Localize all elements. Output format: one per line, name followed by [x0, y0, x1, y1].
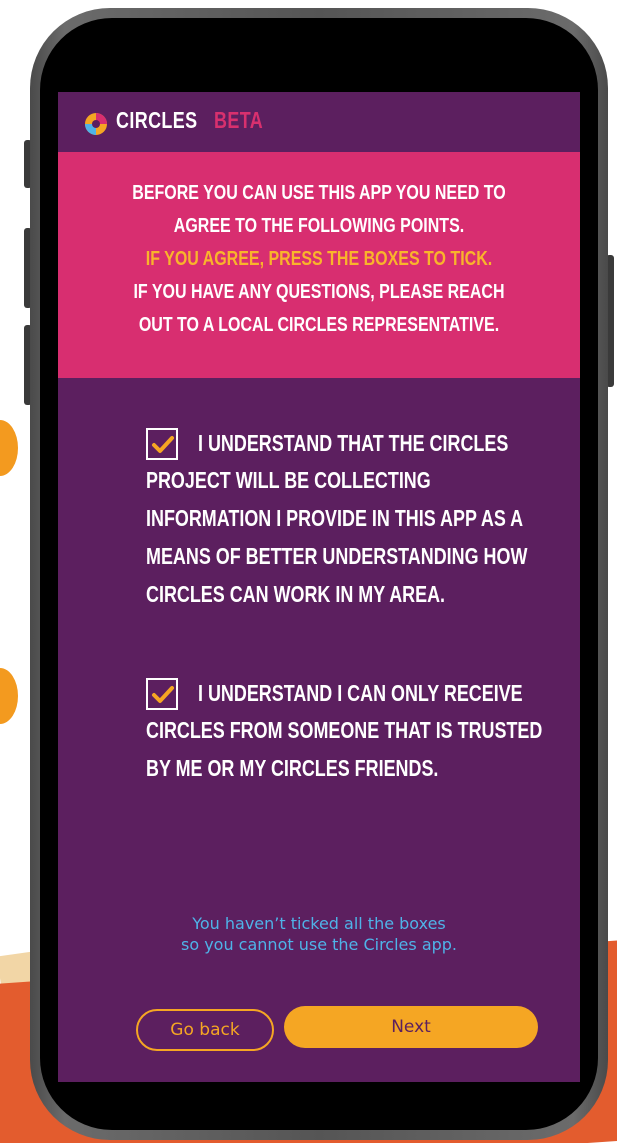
- next-button[interactable]: Next: [284, 1006, 538, 1048]
- stage: CIRCLES BETA BEFORE YOU CAN USE THIS APP…: [0, 0, 617, 1143]
- beta-tag: BETA: [214, 107, 264, 133]
- consent-text: PROJECT WILL BE COLLECTING: [146, 467, 431, 493]
- phone-bezel: CIRCLES BETA BEFORE YOU CAN USE THIS APP…: [40, 18, 598, 1130]
- circles-logo-icon: [85, 113, 107, 135]
- phone-frame: CIRCLES BETA BEFORE YOU CAN USE THIS APP…: [30, 8, 608, 1140]
- consent-text: BY ME OR MY CIRCLES FRIENDS.: [146, 755, 439, 781]
- intro-text: BEFORE YOU CAN USE THIS APP YOU NEED TO: [132, 182, 506, 204]
- warning-message: You haven’t ticked all the boxes: [192, 914, 446, 933]
- intro-instruction: IF YOU AGREE, PRESS THE BOXES TO TICK.: [145, 248, 493, 270]
- consent-text: INFORMATION I PROVIDE IN THIS APP AS A: [146, 505, 524, 531]
- consent-text: MEANS OF BETTER UNDERSTANDING HOW: [146, 543, 528, 569]
- app-screen: CIRCLES BETA BEFORE YOU CAN USE THIS APP…: [58, 92, 580, 1082]
- checkmark-icon: [152, 436, 174, 453]
- warning-message: so you cannot use the Circles app.: [180, 935, 458, 954]
- intro-banner: BEFORE YOU CAN USE THIS APP YOU NEED TO …: [58, 152, 580, 378]
- consent-checkbox[interactable]: [146, 428, 178, 460]
- app-header: CIRCLES BETA: [58, 92, 580, 152]
- app-name: CIRCLES: [116, 107, 198, 133]
- consent-text: I UNDERSTAND I CAN ONLY RECEIVE: [198, 680, 523, 706]
- intro-text: OUT TO A LOCAL CIRCLES REPRESENTATIVE.: [138, 314, 500, 336]
- background-decoration: [0, 668, 18, 724]
- consent-text: CIRCLES CAN WORK IN MY AREA.: [146, 581, 446, 607]
- consent-checkbox[interactable]: [146, 678, 178, 710]
- intro-text: IF YOU HAVE ANY QUESTIONS, PLEASE REACH: [133, 281, 505, 303]
- intro-text: AGREE TO THE FOLLOWING POINTS.: [173, 215, 465, 237]
- consent-text: CIRCLES FROM SOMEONE THAT IS TRUSTED: [146, 717, 543, 743]
- go-back-button[interactable]: Go back: [136, 1009, 274, 1051]
- checkmark-icon: [152, 686, 174, 703]
- background-decoration: [0, 420, 18, 476]
- consent-text: I UNDERSTAND THAT THE CIRCLES: [198, 430, 509, 456]
